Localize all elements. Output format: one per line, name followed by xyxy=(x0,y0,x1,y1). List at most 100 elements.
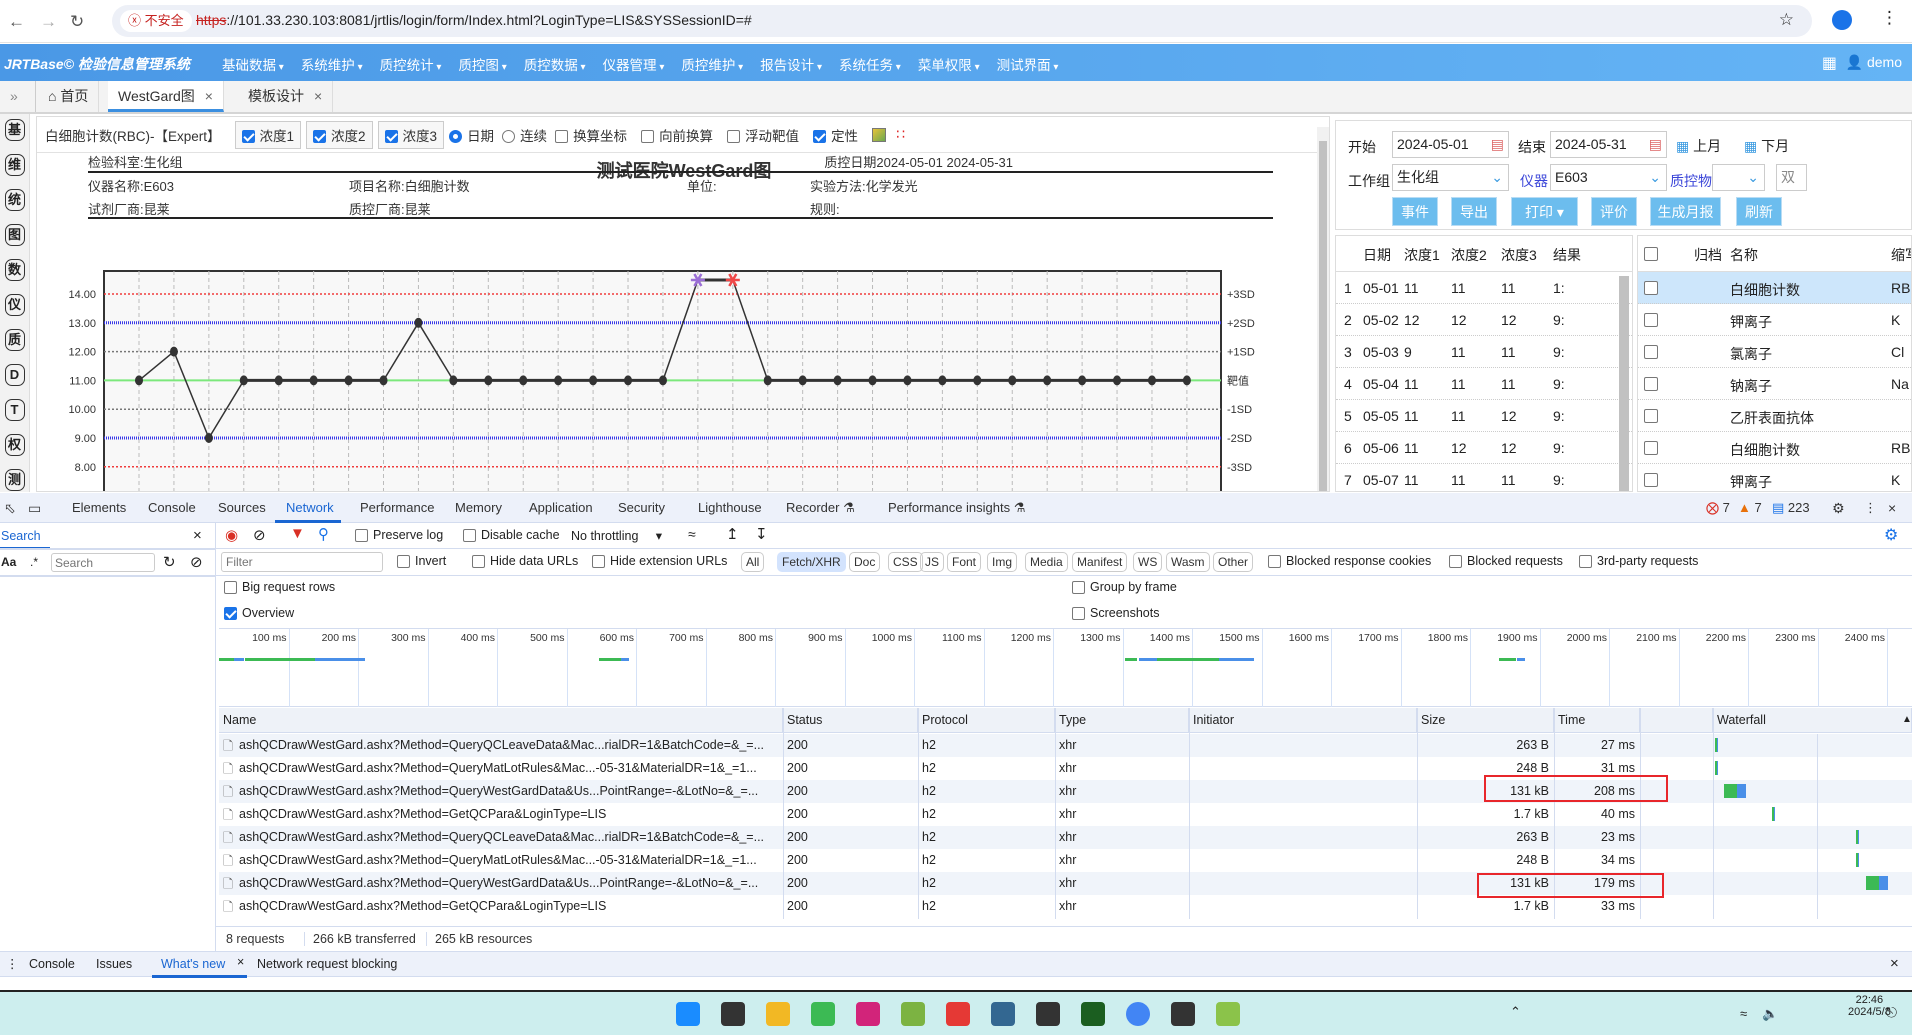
column-divider[interactable] xyxy=(1417,708,1418,919)
refresh-button[interactable]: 刷新 xyxy=(1736,197,1782,226)
column-header-type[interactable]: Type xyxy=(1055,708,1189,733)
table-row[interactable]: 6 05-06 11 12 12 9: xyxy=(1336,432,1632,464)
side-icon-6[interactable]: 质 xyxy=(4,329,25,351)
devtools-tab-console[interactable]: Console xyxy=(148,500,196,515)
profile-icon[interactable] xyxy=(1832,10,1852,30)
column-divider[interactable] xyxy=(1055,708,1056,919)
close-devtools-icon[interactable]: × xyxy=(1888,500,1896,516)
back-icon[interactable]: ← xyxy=(8,12,25,32)
side-icon-8[interactable]: T xyxy=(4,399,25,421)
export-har-icon[interactable]: ↧ xyxy=(755,525,768,543)
request-name[interactable]: ashQCDrawWestGard.ashx?Method=GetQCPara&… xyxy=(239,899,606,913)
evaluate-button[interactable]: 评价 xyxy=(1591,197,1637,226)
menu-item[interactable]: 菜单权限 xyxy=(918,54,980,74)
table-row[interactable]: 乙肝表面抗体 xyxy=(1638,400,1911,432)
collapse-sidebar-icon[interactable]: » xyxy=(0,81,36,112)
request-row[interactable]: 🗋 ashQCDrawWestGard.ashx?Method=GetQCPara… xyxy=(219,803,1912,826)
inkscape-icon[interactable] xyxy=(1036,1002,1060,1026)
disable-cache-checkbox[interactable]: Disable cache xyxy=(463,528,560,543)
devtools-tab-network[interactable]: Network xyxy=(286,500,334,515)
column-header[interactable]: 浓度1 xyxy=(1404,245,1440,265)
side-icon-7[interactable]: D xyxy=(4,364,25,386)
request-row[interactable]: 🗋 ashQCDrawWestGard.ashx?Method=GetQCPara… xyxy=(219,895,1912,918)
filter-chip[interactable]: Doc xyxy=(849,552,881,572)
request-name[interactable]: ashQCDrawWestGard.ashx?Method=QueryQCLea… xyxy=(239,830,764,844)
filter-chip[interactable]: Media xyxy=(1025,552,1068,572)
column-header-initiator[interactable]: Initiator xyxy=(1189,708,1417,733)
devtools-tab-recorder[interactable]: Recorder ⚗ xyxy=(786,500,855,516)
settings-gear-icon[interactable]: ⚙ xyxy=(1832,500,1845,517)
row-checkbox[interactable] xyxy=(1644,313,1658,327)
hide-extension-urls-checkbox[interactable]: Hide extension URLs xyxy=(592,554,727,569)
mode-select[interactable]: 双 xyxy=(1776,164,1807,191)
menu-item[interactable]: 系统维护 xyxy=(301,54,363,74)
side-icon-5[interactable]: 仪 xyxy=(4,294,25,316)
table-row[interactable]: 白细胞计数 RBC xyxy=(1638,432,1911,464)
record-stop-icon[interactable]: ◉ xyxy=(225,526,238,544)
scatter-icon[interactable]: ∷ xyxy=(896,126,905,143)
tab-template-design[interactable]: 模板设计 × xyxy=(238,81,334,112)
chart-image-icon[interactable] xyxy=(872,127,887,142)
side-icon-1[interactable]: 维 xyxy=(4,154,25,176)
row-checkbox[interactable] xyxy=(1644,473,1658,487)
monthly-report-button[interactable]: 生成月报 xyxy=(1650,197,1721,226)
network-settings-icon[interactable]: ⚙ xyxy=(1884,525,1898,545)
hide-data-urls-checkbox[interactable]: Hide data URLs xyxy=(472,554,578,569)
option-checkbox[interactable]: 定性 xyxy=(813,125,858,145)
menu-item[interactable]: 质控图 xyxy=(458,54,506,74)
select-all-checkbox[interactable] xyxy=(1644,247,1658,261)
group-select[interactable]: 生化组 ⌄ xyxy=(1392,164,1509,191)
windows-start-icon[interactable] xyxy=(676,1002,700,1026)
table-row[interactable]: 2 05-02 12 12 12 9: xyxy=(1336,304,1632,336)
column-header-waterfall[interactable]: Waterfall xyxy=(1713,708,1912,733)
column-header[interactable]: 浓度2 xyxy=(1451,245,1487,265)
side-icon-2[interactable]: 统 xyxy=(4,189,25,211)
filter-chip[interactable]: JS xyxy=(920,552,945,572)
group-by-frame-checkbox[interactable]: Group by frame xyxy=(1072,580,1177,595)
column-header-blank[interactable] xyxy=(1640,708,1713,733)
import-har-icon[interactable]: ↥ xyxy=(726,525,739,543)
event-button[interactable]: 事件 xyxy=(1392,197,1438,226)
device-toolbar-icon[interactable]: ▭ xyxy=(28,500,41,517)
option-checkbox[interactable]: 浮动靶值 xyxy=(727,125,799,145)
invert-checkbox[interactable]: Invert xyxy=(397,554,446,569)
x-mode-radio[interactable]: 连续 xyxy=(502,125,547,145)
blocked-cookies-checkbox[interactable]: Blocked response cookies xyxy=(1268,554,1431,569)
not-secure-badge[interactable]: ⓧ 不安全 xyxy=(120,10,192,32)
request-row[interactable]: 🗋 ashQCDrawWestGard.ashx?Method=QueryQCLe… xyxy=(219,826,1912,849)
preserve-log-checkbox[interactable]: Preserve log xyxy=(355,528,443,543)
sort-ascending-icon[interactable]: ▲ xyxy=(1902,714,1912,725)
menu-item[interactable]: 质控统计 xyxy=(380,54,442,74)
tab-home[interactable]: ⌂ 首页 xyxy=(38,81,100,112)
close-icon[interactable]: × xyxy=(237,955,244,969)
third-party-checkbox[interactable]: 3rd-party requests xyxy=(1579,554,1698,569)
reload-icon[interactable]: ↻ xyxy=(70,12,84,32)
filter-chip[interactable]: Img xyxy=(987,552,1018,572)
side-icon-3[interactable]: 图 xyxy=(4,224,25,246)
x-mode-radio[interactable]: 日期 xyxy=(449,125,494,145)
inspect-element-icon[interactable]: ⬁ xyxy=(4,500,16,517)
grid-icon[interactable]: ▦ xyxy=(1822,53,1837,73)
warning-count[interactable]: 7 xyxy=(1755,500,1762,515)
chrome-icon[interactable] xyxy=(1126,1002,1150,1026)
table-row[interactable]: 氯离子 Cl xyxy=(1638,336,1911,368)
column-divider[interactable] xyxy=(918,708,919,919)
instrument-select[interactable]: E603 ⌄ xyxy=(1550,164,1667,191)
menu-item[interactable]: 质控维护 xyxy=(681,54,743,74)
address-bar[interactable]: ⓧ 不安全 https://101.33.230.103:8081/jrtlis… xyxy=(112,5,1812,37)
column-header-time[interactable]: Time xyxy=(1554,708,1640,733)
menu-item[interactable]: 测试界面 xyxy=(997,54,1059,74)
calendar-icon[interactable]: ▤ xyxy=(1491,132,1504,157)
more-options-icon[interactable]: ⋮ xyxy=(1864,500,1877,516)
qc-material-select[interactable]: ⌄ xyxy=(1712,164,1765,191)
export-button[interactable]: 导出 xyxy=(1451,197,1497,226)
tab-westgard[interactable]: WestGard图 × xyxy=(108,81,224,112)
table-row[interactable]: 钠离子 Na xyxy=(1638,368,1911,400)
volume-icon[interactable]: 🔈 xyxy=(1762,1006,1778,1022)
blocked-requests-checkbox[interactable]: Blocked requests xyxy=(1449,554,1563,569)
column-header[interactable]: 浓度3 xyxy=(1501,245,1537,265)
conc-checkbox-2[interactable]: 浓度2 xyxy=(306,120,373,149)
column-header-name[interactable]: Name xyxy=(219,708,783,733)
browser-menu-icon[interactable]: ⋮ xyxy=(1881,8,1898,28)
row-checkbox[interactable] xyxy=(1644,377,1658,391)
